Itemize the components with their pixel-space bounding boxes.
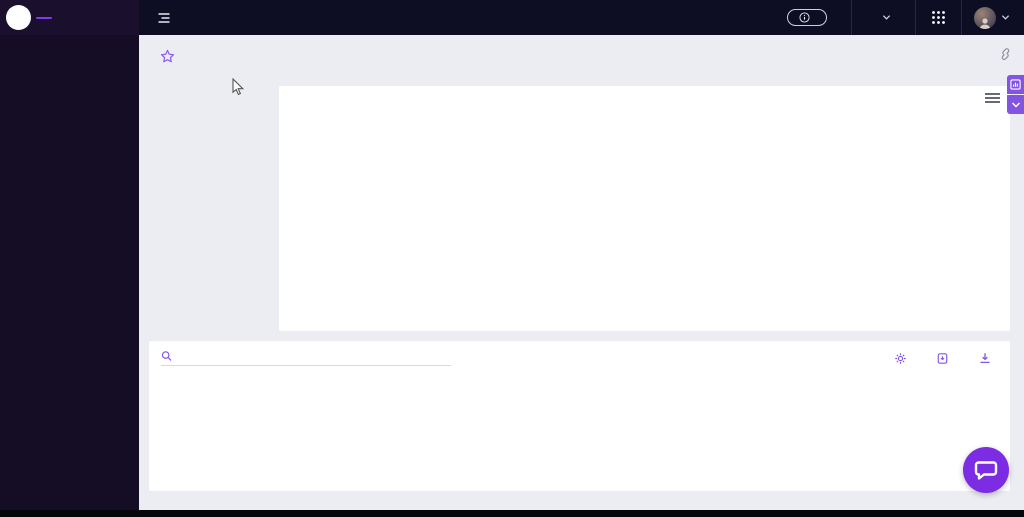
logo-text xyxy=(36,16,52,19)
menu-fold-icon[interactable] xyxy=(156,10,172,26)
sidebar xyxy=(0,35,139,517)
table-toolbar xyxy=(149,341,1010,372)
app-logo[interactable] xyxy=(0,0,139,35)
logo-mark xyxy=(6,5,31,30)
templates-button[interactable] xyxy=(936,352,954,365)
chart-panel xyxy=(279,86,1010,331)
avatar xyxy=(974,6,996,29)
title-right xyxy=(999,47,1012,68)
panel-collapse-icon[interactable] xyxy=(1007,95,1024,114)
panel-chart-icon[interactable] xyxy=(1007,75,1024,94)
chat-icon xyxy=(974,461,998,480)
training-button[interactable] xyxy=(787,9,827,26)
link-icon[interactable] xyxy=(999,47,1012,60)
table-panel xyxy=(149,341,1010,491)
gear-icon xyxy=(895,352,906,364)
chevron-down-icon xyxy=(1001,13,1010,22)
apps-grid-icon[interactable] xyxy=(916,10,961,25)
sidebar-nav xyxy=(0,35,139,41)
kpi-cards xyxy=(149,90,269,331)
user-menu[interactable] xyxy=(962,6,1024,29)
download-icon xyxy=(980,353,990,364)
search-input[interactable] xyxy=(178,350,451,362)
templates-icon xyxy=(937,352,948,364)
info-icon xyxy=(799,12,810,23)
line-chart xyxy=(279,94,1010,292)
main-content xyxy=(139,35,1024,517)
edge-tools xyxy=(1007,75,1024,114)
table-actions xyxy=(894,351,998,365)
star-icon[interactable] xyxy=(160,49,175,64)
workspace-selector[interactable] xyxy=(852,13,915,22)
search-icon xyxy=(161,351,172,361)
bottom-strip xyxy=(0,510,1024,517)
context-menu-icon[interactable] xyxy=(985,93,1000,105)
chart-section xyxy=(279,70,1010,331)
topbar xyxy=(0,0,1024,35)
beta-badge xyxy=(36,17,52,19)
chat-button[interactable] xyxy=(963,447,1009,493)
content-row xyxy=(139,68,1024,331)
title-row xyxy=(139,35,1024,68)
chevron-down-icon xyxy=(882,13,891,22)
download-button[interactable] xyxy=(978,351,992,365)
columns-button[interactable] xyxy=(894,352,912,365)
search-box xyxy=(161,350,451,366)
chart-title xyxy=(279,70,1010,86)
